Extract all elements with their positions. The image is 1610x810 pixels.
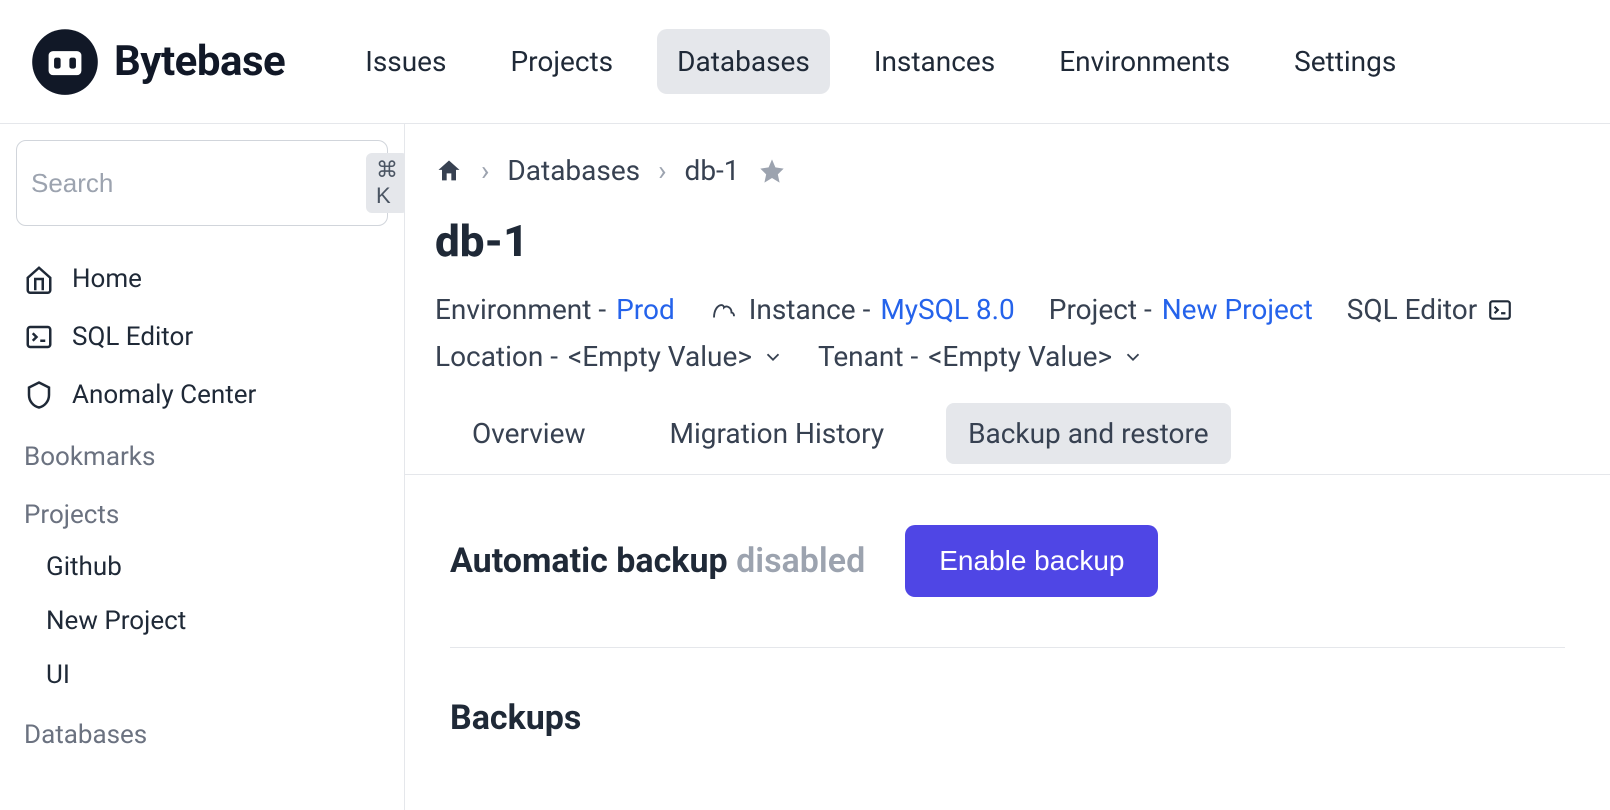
project-link[interactable]: New Project: [1162, 293, 1313, 326]
sidebar-project-github[interactable]: Github: [16, 540, 388, 594]
breadcrumb: › Databases › db-1: [435, 154, 1580, 187]
meta-instance: Instance - MySQL 8.0: [709, 293, 1015, 326]
logo[interactable]: Bytebase: [30, 27, 285, 97]
nav-databases[interactable]: Databases: [657, 29, 830, 94]
breadcrumb-databases[interactable]: Databases: [507, 154, 640, 187]
sidebar-item-home[interactable]: Home: [16, 250, 388, 308]
sidebar-project-ui[interactable]: UI: [16, 648, 388, 702]
sidebar-project-new-project[interactable]: New Project: [16, 594, 388, 648]
nav-environments[interactable]: Environments: [1039, 29, 1250, 94]
shield-icon: [24, 380, 54, 410]
logo-text: Bytebase: [114, 37, 285, 86]
meta-sql-editor[interactable]: SQL Editor: [1347, 293, 1514, 326]
meta-environment: Environment - Prod: [435, 293, 675, 326]
tab-content: Automatic backup disabled Enable backup …: [435, 475, 1580, 738]
sidebar-item-anomaly-center[interactable]: Anomaly Center: [16, 366, 388, 424]
meta-tenant[interactable]: Tenant - <Empty Value>: [818, 340, 1144, 373]
chevron-down-icon: [1122, 346, 1144, 368]
search-box[interactable]: ⌘ K: [16, 140, 388, 226]
sidebar-section-databases: Databases: [16, 702, 388, 760]
instance-link[interactable]: MySQL 8.0: [880, 293, 1014, 326]
terminal-icon: [1487, 297, 1513, 323]
chevron-right-icon: ›: [658, 154, 666, 187]
auto-backup-row: Automatic backup disabled Enable backup: [450, 525, 1565, 648]
sidebar-item-label: SQL Editor: [72, 322, 193, 352]
breadcrumb-home-icon[interactable]: [435, 157, 463, 185]
nav-issues[interactable]: Issues: [345, 29, 466, 94]
page-title: db-1: [435, 215, 1580, 267]
main-content: › Databases › db-1 db-1 Environment - Pr…: [405, 124, 1610, 810]
meta-project: Project - New Project: [1049, 293, 1313, 326]
breadcrumb-current: db-1: [685, 154, 740, 187]
auto-backup-heading: Automatic backup disabled: [450, 541, 865, 581]
sidebar: ⌘ K Home SQL Editor Anomaly Center Bookm…: [0, 124, 405, 810]
sidebar-item-label: Anomaly Center: [72, 380, 256, 410]
meta-row: Environment - Prod Instance - MySQL 8.0 …: [435, 293, 1580, 326]
chevron-down-icon: [762, 346, 784, 368]
meta-row-2: Location - <Empty Value> Tenant - <Empty…: [435, 340, 1580, 373]
meta-location[interactable]: Location - <Empty Value>: [435, 340, 784, 373]
enable-backup-button[interactable]: Enable backup: [905, 525, 1158, 597]
mysql-icon: [709, 295, 739, 325]
search-input[interactable]: [31, 168, 366, 199]
top-navigation: Issues Projects Databases Instances Envi…: [345, 29, 1416, 94]
chevron-right-icon: ›: [481, 154, 489, 187]
tab-backup-restore[interactable]: Backup and restore: [946, 403, 1231, 464]
terminal-icon: [24, 322, 54, 352]
sidebar-section-projects: Projects: [16, 482, 388, 540]
tab-overview[interactable]: Overview: [450, 403, 608, 464]
tabs: Overview Migration History Backup and re…: [405, 403, 1610, 475]
star-icon[interactable]: [758, 157, 786, 185]
topbar: Bytebase Issues Projects Databases Insta…: [0, 0, 1610, 124]
environment-link[interactable]: Prod: [616, 293, 675, 326]
nav-instances[interactable]: Instances: [854, 29, 1015, 94]
sidebar-section-bookmarks: Bookmarks: [16, 424, 388, 482]
nav-projects[interactable]: Projects: [490, 29, 633, 94]
backup-status: disabled: [736, 541, 865, 581]
search-kbd: ⌘ K: [366, 153, 405, 213]
logo-icon: [30, 27, 100, 97]
backups-section-title: Backups: [450, 698, 1565, 738]
home-icon: [24, 264, 54, 294]
tab-migration-history[interactable]: Migration History: [648, 403, 907, 464]
nav-settings[interactable]: Settings: [1274, 29, 1416, 94]
sidebar-item-sql-editor[interactable]: SQL Editor: [16, 308, 388, 366]
sidebar-item-label: Home: [72, 264, 142, 294]
